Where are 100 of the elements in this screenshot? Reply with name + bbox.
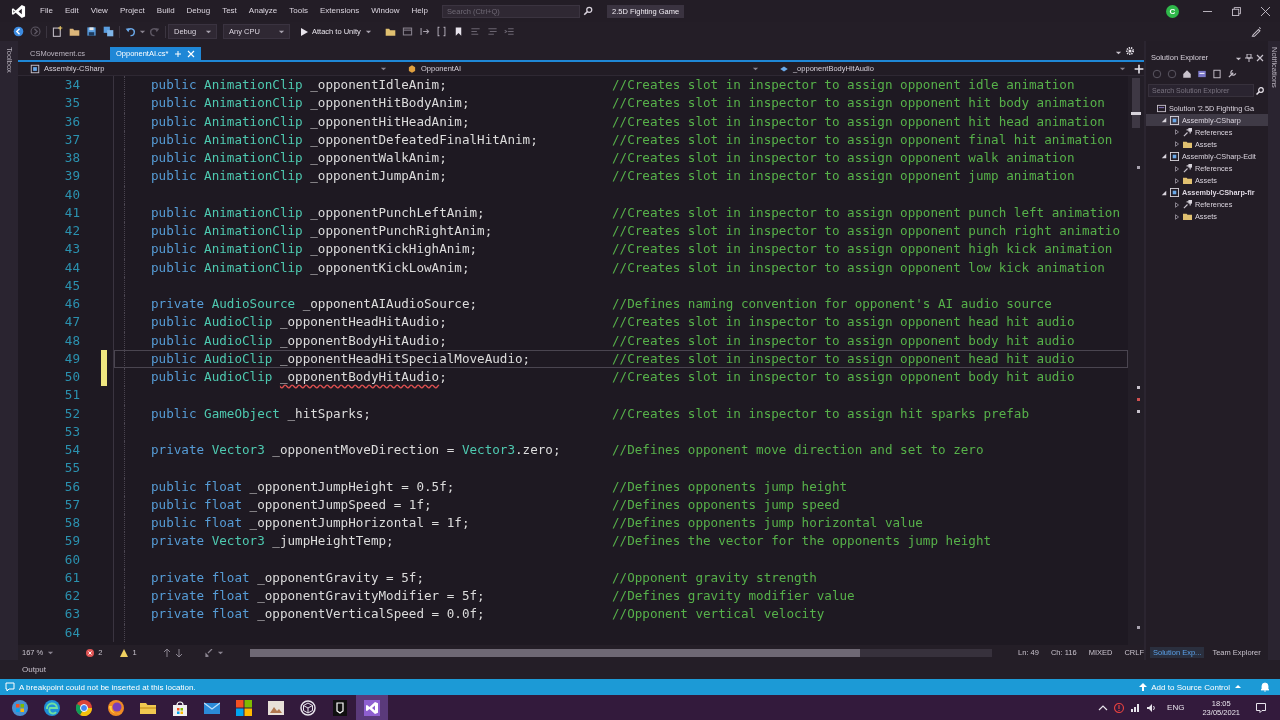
code-comment: //Creates slot in inspector to assign opponent low kick animation xyxy=(612,258,1105,277)
caret-icon xyxy=(379,65,387,72)
framed-square-icon xyxy=(30,63,40,74)
line-number: 55 xyxy=(63,459,80,478)
menu-item[interactable]: Build xyxy=(150,5,181,17)
expanded-arrow-icon[interactable] xyxy=(1160,189,1167,196)
caret-icon[interactable] xyxy=(1115,49,1122,56)
line-number: 35 xyxy=(63,94,80,113)
pen-icon[interactable] xyxy=(1251,26,1262,37)
line-number: 44 xyxy=(63,258,80,277)
back-icon[interactable] xyxy=(13,26,24,37)
line-number: 51 xyxy=(63,386,80,405)
close-icon[interactable] xyxy=(1261,6,1270,16)
menu-item[interactable]: Extensions xyxy=(314,5,366,17)
segmented-circle-icon xyxy=(76,699,92,716)
arrow-down-icon[interactable] xyxy=(174,648,183,657)
play-icon xyxy=(300,27,308,36)
horizontal-scrollbar[interactable] xyxy=(249,648,993,657)
code-line: public AnimationClip _opponentPunchLeftAnim; xyxy=(151,203,486,222)
bell-icon[interactable] xyxy=(1260,682,1270,692)
speaker-icon[interactable] xyxy=(1146,702,1157,713)
tile-grid-icon xyxy=(236,699,252,716)
lines-icon[interactable] xyxy=(469,26,481,37)
expanded-arrow-icon[interactable] xyxy=(1160,117,1167,124)
align-lines-icon[interactable] xyxy=(486,26,498,37)
error-icon xyxy=(86,648,95,657)
code-comment: //Creates slot in inspector to assign opponent hit body animation xyxy=(612,94,1105,113)
window-icon[interactable] xyxy=(401,26,413,37)
output-tab[interactable]: Output xyxy=(22,665,46,674)
line-number: 34 xyxy=(63,76,80,94)
collapsed-arrow-icon[interactable] xyxy=(1173,129,1180,136)
close-icon[interactable] xyxy=(1256,54,1264,62)
wrench-icon[interactable] xyxy=(1227,68,1237,79)
framed-square-icon xyxy=(1170,188,1179,198)
indent-icon[interactable] xyxy=(503,26,515,37)
diagonal-arrow-icon[interactable] xyxy=(204,648,213,657)
code-line: public AnimationClip _opponentWalkAnim; xyxy=(151,149,448,167)
line-number: 53 xyxy=(63,422,80,441)
gear-icon[interactable] xyxy=(1125,46,1135,56)
collapsed-arrow-icon[interactable] xyxy=(1173,141,1180,148)
notification-icon[interactable] xyxy=(1256,702,1266,713)
home-icon[interactable] xyxy=(1182,68,1192,79)
taskbar-button[interactable] xyxy=(356,695,388,720)
code-line: private Vector3 _opponentMoveDirection = Vector3.zero; xyxy=(151,441,562,459)
menu-item[interactable]: File xyxy=(34,5,59,17)
save-all-icon[interactable] xyxy=(103,26,114,37)
pin-icon[interactable] xyxy=(1245,54,1253,62)
folder-icon[interactable] xyxy=(384,26,396,37)
code-comment: //Creates slot in inspector to assign opponent body hit audio xyxy=(612,331,1075,350)
menu-item[interactable]: Analyze xyxy=(242,5,284,17)
panel-icon[interactable] xyxy=(1197,68,1207,79)
caret-icon[interactable] xyxy=(139,28,146,35)
caret-icon[interactable] xyxy=(47,649,55,656)
collapsed-arrow-icon[interactable] xyxy=(1173,177,1180,184)
search-icon[interactable] xyxy=(583,6,594,16)
collapsed-arrow-icon[interactable] xyxy=(1173,201,1180,208)
bracket-icon[interactable] xyxy=(435,26,447,37)
language-indicator[interactable]: ENG xyxy=(1167,703,1185,712)
line-number: 63 xyxy=(63,605,80,624)
restore-icon[interactable] xyxy=(1232,6,1241,16)
menu-item[interactable]: Tools xyxy=(283,5,314,17)
search-icon[interactable] xyxy=(1256,86,1264,95)
menu-item[interactable]: Help xyxy=(405,5,435,17)
swirl-circle-icon xyxy=(44,699,60,716)
signal-bars-icon[interactable] xyxy=(1130,702,1141,713)
code-line: public AnimationClip _opponentKickLowAnim; xyxy=(151,258,471,277)
menu-item[interactable]: Window xyxy=(365,5,406,17)
code-comment: //Defines opponents jump horizontal value xyxy=(612,514,923,532)
line-number: 36 xyxy=(63,112,80,131)
menu-item[interactable]: Project xyxy=(113,5,151,17)
undo-icon[interactable] xyxy=(125,26,136,37)
code-line: public GameObject _hitSparks; xyxy=(151,404,372,423)
code-comment: //Defines opponents jump speed xyxy=(612,495,840,514)
caret-icon xyxy=(278,28,285,35)
line-number: 41 xyxy=(63,203,80,222)
menu-item[interactable]: Edit xyxy=(58,5,85,17)
code-comment: //Creates slot in inspector to assign opponent hit head animation xyxy=(612,112,1105,131)
plus-icon[interactable] xyxy=(1134,63,1144,74)
page-icon[interactable] xyxy=(1212,68,1222,79)
caret-icon xyxy=(364,28,372,35)
code-line: private float _opponentGravity = 5f; xyxy=(151,568,425,587)
caret-icon[interactable] xyxy=(1235,55,1242,62)
open-folder-icon[interactable] xyxy=(69,26,80,37)
menu-item[interactable]: View xyxy=(84,5,114,17)
menu-item[interactable]: Test xyxy=(216,5,243,17)
arrow-up-icon[interactable] xyxy=(162,648,171,657)
line-number: 38 xyxy=(63,149,80,167)
save-icon[interactable] xyxy=(86,26,97,37)
collapsed-arrow-icon[interactable] xyxy=(1173,213,1180,220)
line-number: 37 xyxy=(63,130,80,149)
pointer-icon xyxy=(1183,200,1192,210)
code-comment: //Creates slot in inspector to assign opponent head hit audio xyxy=(612,313,1075,332)
new-item-icon[interactable] xyxy=(52,26,63,37)
code-comment: //Creates slot in inspector to assign opponent jump animation xyxy=(612,167,1075,186)
bar-arrow-icon[interactable] xyxy=(418,26,430,37)
expanded-arrow-icon[interactable] xyxy=(1160,153,1167,160)
collapsed-arrow-icon[interactable] xyxy=(1173,165,1180,172)
caret-icon[interactable] xyxy=(216,649,224,656)
menu-item[interactable]: Debug xyxy=(180,5,217,17)
code-line: public AnimationClip _opponentDefeatedFinalHitAnim; xyxy=(151,130,539,149)
